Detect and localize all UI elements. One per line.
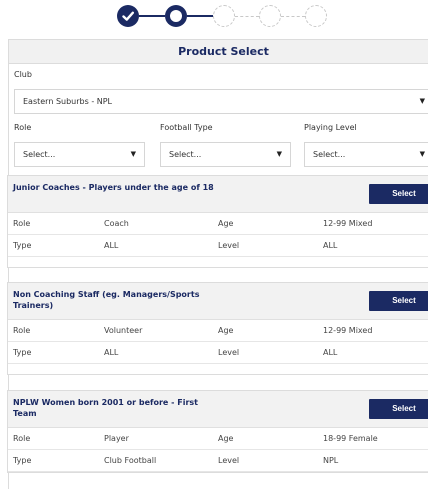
product-card: NPLW Women born 2001 or before - First T… (7, 390, 428, 473)
select-product-button[interactable]: Select (369, 184, 428, 204)
step-3 (213, 5, 235, 27)
age-value: 12-99 Mixed (323, 326, 373, 335)
role-select[interactable]: Select... ▼ (14, 142, 145, 167)
football-type-label: Football Type (160, 123, 213, 132)
role-value: Coach (104, 219, 129, 228)
age-value: 18-99 Female (323, 434, 378, 443)
playing-level-select-value: Select... (313, 150, 346, 159)
role-key: Role (13, 219, 31, 228)
playing-level-select[interactable]: Select... ▼ (304, 142, 428, 167)
product-detail-row: Type Club Football Level NPL (8, 450, 428, 472)
product-detail-row: Role Coach Age 12-99 Mixed (8, 213, 428, 235)
type-key: Type (13, 241, 32, 250)
type-value: ALL (104, 241, 119, 250)
chevron-down-icon: ▼ (419, 97, 425, 105)
age-key: Age (218, 326, 234, 335)
chevron-down-icon: ▼ (419, 150, 425, 158)
club-label: Club (14, 70, 32, 79)
level-key: Level (218, 241, 240, 250)
step-connector (281, 16, 305, 17)
product-detail-row: Type ALL Level ALL (8, 235, 428, 257)
role-select-value: Select... (23, 150, 56, 159)
step-4 (259, 5, 281, 27)
step-1-complete (117, 5, 139, 27)
product-card: Junior Coaches - Players under the age o… (7, 175, 428, 268)
level-key: Level (218, 456, 240, 465)
product-detail-row: Type ALL Level ALL (8, 342, 428, 364)
age-key: Age (218, 434, 234, 443)
club-select[interactable]: Eastern Suburbs - NPL ▼ (14, 89, 428, 114)
role-key: Role (13, 434, 31, 443)
product-title: Non Coaching Staff (eg. Managers/Sports … (13, 290, 200, 310)
product-title: Junior Coaches - Players under the age o… (13, 183, 214, 192)
panel-title: Product Select (9, 40, 428, 64)
product-card: Non Coaching Staff (eg. Managers/Sports … (7, 282, 428, 375)
progress-stepper (117, 5, 333, 27)
role-value: Volunteer (104, 326, 143, 335)
type-value: Club Football (104, 456, 157, 465)
product-card-header: NPLW Women born 2001 or before - First T… (8, 391, 428, 428)
select-product-button[interactable]: Select (369, 291, 428, 311)
step-2-current (165, 5, 187, 27)
product-detail-row: Role Volunteer Age 12-99 Mixed (8, 320, 428, 342)
football-type-select-value: Select... (169, 150, 202, 159)
type-key: Type (13, 456, 32, 465)
product-card-header: Junior Coaches - Players under the age o… (8, 176, 428, 213)
role-key: Role (13, 326, 31, 335)
product-detail-row: Role Player Age 18-99 Female (8, 428, 428, 450)
level-key: Level (218, 348, 240, 357)
age-key: Age (218, 219, 234, 228)
checkmark-icon (122, 11, 134, 21)
type-value: ALL (104, 348, 119, 357)
step-5 (305, 5, 327, 27)
product-title: NPLW Women born 2001 or before - First T… (13, 398, 198, 418)
club-select-value: Eastern Suburbs - NPL (23, 97, 113, 106)
role-label: Role (14, 123, 32, 132)
step-connector (235, 16, 259, 17)
select-product-button[interactable]: Select (369, 399, 428, 419)
product-card-header: Non Coaching Staff (eg. Managers/Sports … (8, 283, 428, 320)
level-value: ALL (323, 348, 338, 357)
playing-level-label: Playing Level (304, 123, 357, 132)
age-value: 12-99 Mixed (323, 219, 373, 228)
type-key: Type (13, 348, 32, 357)
chevron-down-icon: ▼ (130, 150, 136, 158)
level-value: NPL (323, 456, 339, 465)
chevron-down-icon: ▼ (276, 150, 282, 158)
role-value: Player (104, 434, 129, 443)
step-connector (139, 15, 165, 17)
football-type-select[interactable]: Select... ▼ (160, 142, 291, 167)
level-value: ALL (323, 241, 338, 250)
step-connector (187, 15, 213, 17)
